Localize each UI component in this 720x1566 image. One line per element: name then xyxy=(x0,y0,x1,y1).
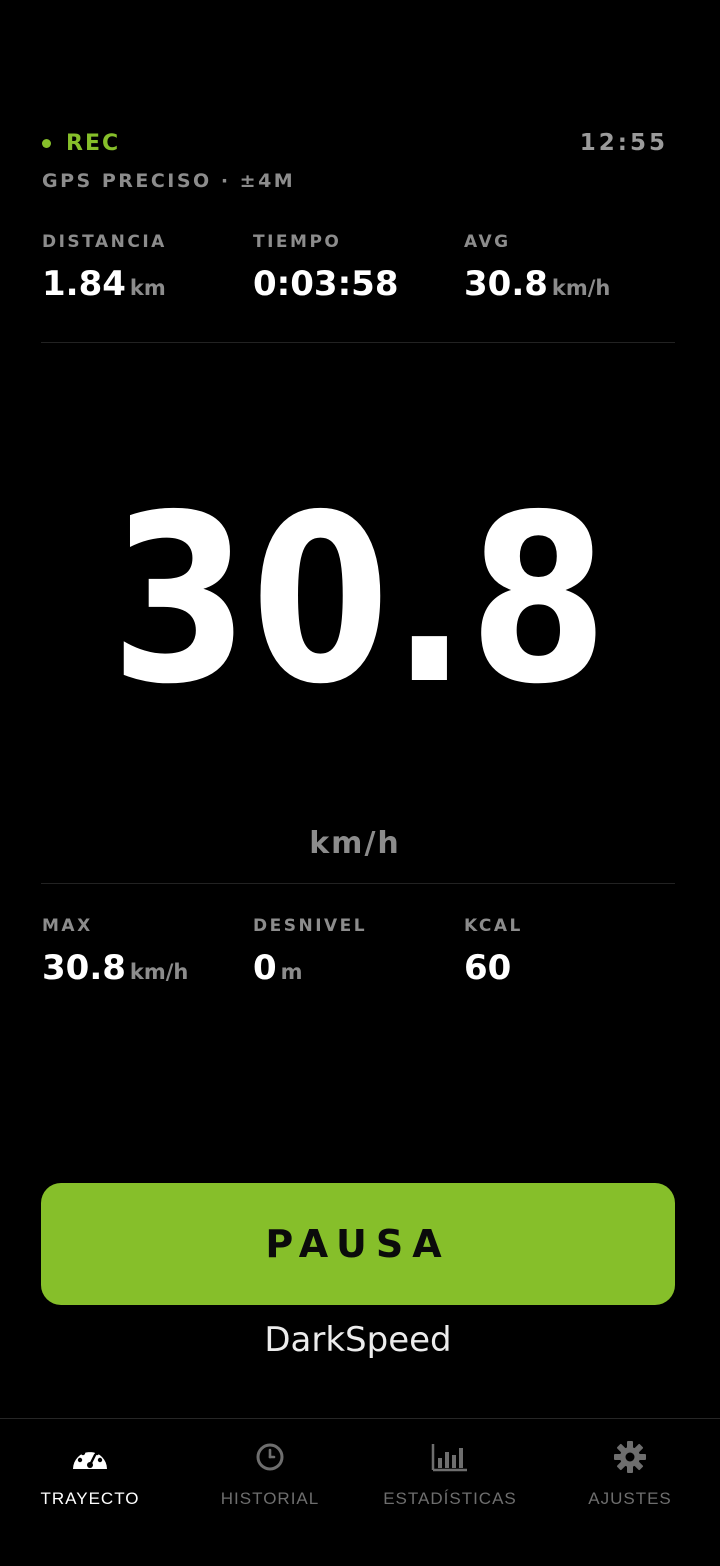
brand-name: DarkSpeed xyxy=(264,1320,452,1360)
stat-value: 30.8 xyxy=(42,948,126,988)
stat-value: 0:03:58 xyxy=(253,264,399,304)
stat-value-row: 60 xyxy=(464,948,675,988)
gear-icon xyxy=(610,1439,650,1475)
bottom-stats: MAX 30.8 km/h DESNIVEL 0m KCAL 60 xyxy=(42,916,675,988)
nav-item-trayecto[interactable]: TRAYECTO xyxy=(0,1419,180,1566)
stat-value-row: 30.8 km/h xyxy=(42,948,253,988)
nav-item-historial[interactable]: HISTORIAL xyxy=(180,1419,360,1566)
stat-value: 0 xyxy=(253,948,277,988)
stat-value-row: 0:03:58 xyxy=(253,264,464,304)
stat-max: MAX 30.8 km/h xyxy=(42,916,253,988)
speedometer-icon xyxy=(70,1439,110,1475)
current-speed: 30.8 xyxy=(110,465,610,735)
recording-indicator: REC xyxy=(42,128,120,158)
stat-unit: km xyxy=(129,276,166,300)
top-stats: DISTANCIA 1.84 km TIEMPO 0:03:58 AVG 30.8… xyxy=(42,232,675,304)
gps-status: GPS PRECISO · ±4M xyxy=(42,170,296,192)
pause-button-label: PAUSA xyxy=(265,1222,451,1266)
nav-item-estadisticas[interactable]: ESTADÍSTICAS xyxy=(360,1419,540,1566)
stat-unit: km/h xyxy=(551,276,611,300)
nav-label: AJUSTES xyxy=(588,1489,672,1508)
stat-label: DESNIVEL xyxy=(253,916,368,936)
stat-value-row: 1.84 km xyxy=(42,264,253,304)
divider xyxy=(41,342,675,343)
clock: 12:55 xyxy=(579,130,668,156)
recording-dot-icon xyxy=(42,138,51,148)
pause-button[interactable]: PAUSA xyxy=(41,1183,675,1305)
stat-label: KCAL xyxy=(464,916,523,936)
bottom-nav: TRAYECTO HISTORIAL ESTADÍSTICAS AJUSTES xyxy=(0,1418,720,1566)
nav-label: ESTADÍSTICAS xyxy=(383,1489,517,1508)
stat-label: AVG xyxy=(464,232,511,252)
stat-time: TIEMPO 0:03:58 xyxy=(253,232,464,304)
stat-unit: m xyxy=(280,960,303,984)
stat-value-row: 0m xyxy=(253,948,464,988)
divider xyxy=(41,883,675,884)
speed-unit: km/h xyxy=(309,826,401,861)
stat-unit: km/h xyxy=(129,960,189,984)
stat-value: 60 xyxy=(464,948,512,988)
stat-value-row: 30.8 km/h xyxy=(464,264,675,304)
stat-value: 1.84 xyxy=(42,264,126,304)
stat-kcal: KCAL 60 xyxy=(464,916,675,988)
stat-value: 30.8 xyxy=(464,264,548,304)
nav-label: HISTORIAL xyxy=(220,1489,320,1508)
stat-elevation: DESNIVEL 0m xyxy=(253,916,464,988)
nav-item-ajustes[interactable]: AJUSTES xyxy=(540,1419,720,1566)
stat-label: TIEMPO xyxy=(253,232,342,252)
stat-average: AVG 30.8 km/h xyxy=(464,232,675,304)
stat-label: DISTANCIA xyxy=(42,232,167,252)
clock-icon xyxy=(250,1439,290,1475)
stat-label: MAX xyxy=(42,916,93,936)
bar-chart-icon xyxy=(430,1439,470,1475)
nav-label: TRAYECTO xyxy=(40,1489,140,1508)
recording-label: REC xyxy=(66,130,121,156)
stat-distance: DISTANCIA 1.84 km xyxy=(42,232,253,304)
